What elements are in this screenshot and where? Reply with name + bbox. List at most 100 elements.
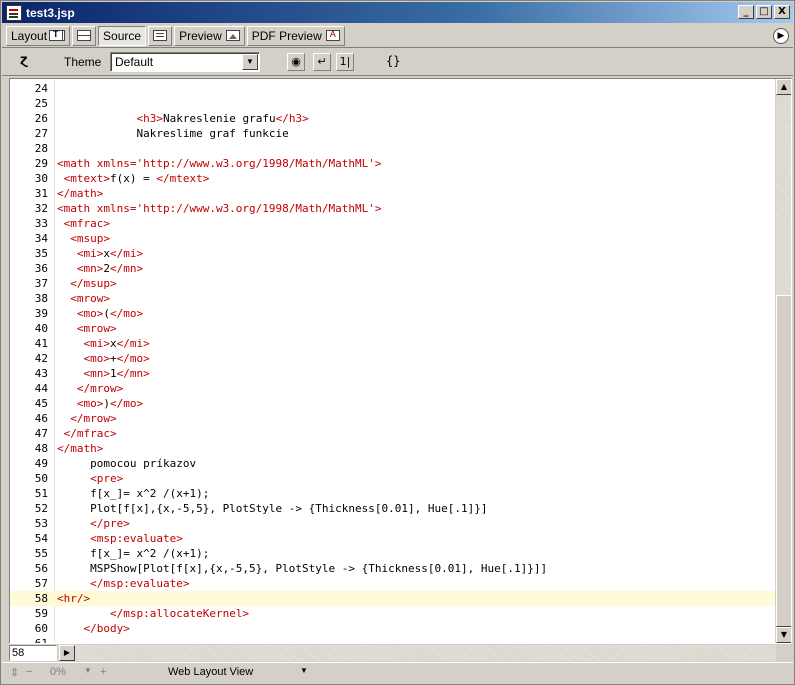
- chevron-down-icon[interactable]: ▼: [242, 54, 258, 70]
- maximize-button[interactable]: □: [756, 5, 772, 19]
- theme-select[interactable]: Default ▼: [110, 52, 260, 72]
- tab-text[interactable]: [148, 25, 173, 46]
- code-line[interactable]: 56 MSPShow[Plot[f[x],{x,-5,5}, PlotStyle…: [10, 561, 776, 576]
- code-text: </msp:allocateKernel>: [109, 607, 250, 620]
- code-line[interactable]: 40 <mrow>: [10, 321, 776, 336]
- code-line[interactable]: 41 <mi>x</mi>: [10, 336, 776, 351]
- lightning-icon[interactable]: ɀ: [20, 53, 28, 68]
- code-line[interactable]: 47 </mfrac>: [10, 426, 776, 441]
- code-line[interactable]: 34 <msup>: [10, 231, 776, 246]
- pdf-icon: [325, 29, 340, 41]
- code-line[interactable]: 61: [10, 636, 776, 643]
- play-arrow-icon[interactable]: ▶: [773, 28, 789, 44]
- code-line[interactable]: 44 </mrow>: [10, 381, 776, 396]
- editor-toolbar: ɀ Theme Default ▼ ◉ ↵ 1| {}: [2, 49, 793, 76]
- code-line[interactable]: 58 <hr/>: [10, 591, 776, 606]
- code-text: <h3>Nakreslenie grafu</h3>: [136, 112, 309, 125]
- code-lines: 24 25 26 <h3>Nakreslenie grafu</h3> 27 Nakr…: [10, 81, 776, 643]
- text-icon: [153, 30, 168, 41]
- code-line[interactable]: 50 <pre>: [10, 471, 776, 486]
- insert-tag-button[interactable]: ◉: [287, 53, 305, 71]
- code-text: <hr/>: [57, 592, 91, 605]
- code-line[interactable]: 48 </math>: [10, 441, 776, 456]
- line-number: 47: [34, 427, 48, 440]
- scroll-thumb[interactable]: [776, 295, 791, 627]
- code-text: <mi>x</mi>: [76, 247, 144, 260]
- brace-match-button[interactable]: {}: [386, 54, 400, 68]
- code-line[interactable]: 60 </body>: [10, 621, 776, 636]
- code-line[interactable]: 59 </msp:allocateKernel>: [10, 606, 776, 621]
- word-wrap-button[interactable]: ↵: [313, 53, 331, 71]
- code-line[interactable]: 27 Nakreslime graf funkcie: [10, 126, 776, 141]
- code-line[interactable]: 42 <mo>+</mo>: [10, 351, 776, 366]
- code-line[interactable]: 46 </mrow>: [10, 411, 776, 426]
- line-number: 36: [34, 262, 48, 275]
- code-line[interactable]: 39 <mo>(</mo>: [10, 306, 776, 321]
- code-line[interactable]: 30 <mtext>f(x) = </mtext>: [10, 171, 776, 186]
- line-numbers-button[interactable]: 1|: [336, 53, 354, 71]
- scroll-right-button[interactable]: ▶: [59, 645, 75, 661]
- line-number: 24: [34, 82, 48, 95]
- zoom-level: 0%: [50, 666, 66, 678]
- code-line[interactable]: 45 <mo>)</mo>: [10, 396, 776, 411]
- window-title: test3.jsp: [26, 5, 75, 20]
- tab-source[interactable]: Source: [49, 25, 147, 46]
- close-button[interactable]: X: [774, 5, 790, 19]
- code-line[interactable]: 43 <mn>1</mn>: [10, 366, 776, 381]
- code-line[interactable]: 29 <math xmlns='http://www.w3.org/1998/Ma…: [10, 156, 776, 171]
- zoom-dropdown-icon[interactable]: ▼: [84, 666, 92, 675]
- zoom-in-icon[interactable]: +: [100, 666, 106, 678]
- line-number: 54: [34, 532, 48, 545]
- code-text: <msup>: [70, 232, 110, 245]
- minimize-button[interactable]: _: [738, 5, 754, 19]
- code-line[interactable]: 37 </msup>: [10, 276, 776, 291]
- line-number: 50: [34, 472, 48, 485]
- code-line[interactable]: 24: [10, 81, 776, 96]
- source-editor[interactable]: 24 25 26 <h3>Nakreslenie grafu</h3> 27 Nakr…: [9, 78, 792, 644]
- code-text: pomocou príkazov: [57, 457, 197, 470]
- title-bar[interactable]: test3.jsp _ □ X: [2, 2, 793, 23]
- horizontal-scrollbar[interactable]: ▶: [59, 645, 776, 661]
- code-line[interactable]: 38 <mrow>: [10, 291, 776, 306]
- bottom-scroll-row: 58 ▶: [9, 645, 776, 661]
- code-line[interactable]: 54 <msp:evaluate>: [10, 531, 776, 546]
- code-line[interactable]: 55 f[x_]= x^2 /(x+1);: [10, 546, 776, 561]
- line-number: 29: [34, 157, 48, 170]
- line-number-field[interactable]: 58: [9, 645, 57, 661]
- code-line[interactable]: 31 </math>: [10, 186, 776, 201]
- tab-preview[interactable]: Preview: [174, 25, 245, 46]
- view-mode-label[interactable]: Web Layout View: [168, 666, 253, 678]
- code-line[interactable]: 35 <mi>x</mi>: [10, 246, 776, 261]
- code-line[interactable]: 49 pomocou príkazov: [10, 456, 776, 471]
- tab-layout-label: Layout: [11, 28, 48, 43]
- theme-label: Theme: [64, 55, 102, 69]
- code-line[interactable]: 28: [10, 141, 776, 156]
- code-line[interactable]: 33 <mfrac>: [10, 216, 776, 231]
- vertical-scrollbar[interactable]: ▲ ▼: [775, 79, 791, 643]
- code-line[interactable]: 32 <math xmlns='http://www.w3.org/1998/Ma…: [10, 201, 776, 216]
- code-text: <mo>+</mo>: [83, 352, 150, 365]
- code-line[interactable]: 53 </pre>: [10, 516, 776, 531]
- zoom-out-icon[interactable]: −: [26, 666, 32, 678]
- line-number: 43: [34, 367, 48, 380]
- line-number: 48: [34, 442, 48, 455]
- code-line[interactable]: 51 f[x_]= x^2 /(x+1);: [10, 486, 776, 501]
- code-text: </math>: [57, 187, 104, 200]
- code-text: Plot[f[x],{x,-5,5}, PlotStyle -> {Thickn…: [57, 502, 488, 515]
- code-text: f[x_]= x^2 /(x+1);: [57, 487, 210, 500]
- zoom-stepper-icon[interactable]: ⇕: [10, 666, 19, 679]
- code-text: f[x_]= x^2 /(x+1);: [57, 547, 210, 560]
- scroll-down-button[interactable]: ▼: [776, 627, 791, 643]
- scroll-up-button[interactable]: ▲: [776, 79, 791, 95]
- code-line[interactable]: 36 <mn>2</mn>: [10, 261, 776, 276]
- code-line[interactable]: 26 <h3>Nakreslenie grafu</h3>: [10, 111, 776, 126]
- tab-pdf-preview[interactable]: PDF Preview: [246, 25, 345, 46]
- code-text: MSPShow[Plot[f[x],{x,-5,5}, PlotStyle ->…: [57, 562, 548, 575]
- tab-split[interactable]: [72, 25, 97, 46]
- code-text: <mo>(</mo>: [76, 307, 144, 320]
- code-line[interactable]: 52 Plot[f[x],{x,-5,5}, PlotStyle -> {Thi…: [10, 501, 776, 516]
- code-line[interactable]: 57 </msp:evaluate>: [10, 576, 776, 591]
- code-text: <mo>)</mo>: [76, 397, 144, 410]
- view-mode-dropdown-icon[interactable]: ▼: [300, 666, 308, 675]
- code-line[interactable]: 25: [10, 96, 776, 111]
